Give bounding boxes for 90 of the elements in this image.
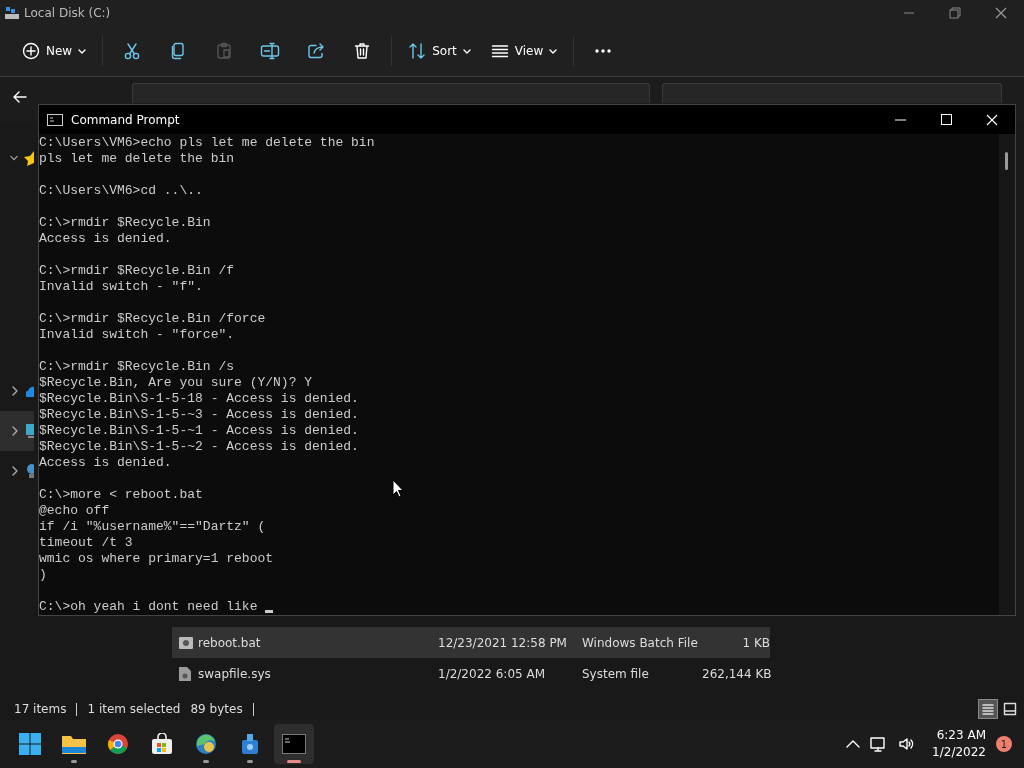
console-line: C:\>rmdir $Recycle.Bin /s — [39, 359, 235, 375]
selection-info: 1 item selected — [87, 702, 181, 716]
close-icon — [995, 7, 1007, 19]
file-name: reboot.bat — [198, 635, 262, 650]
console-line: $Recycle.Bin\S-1-5-18 - Access is denied. — [39, 391, 359, 407]
trash-icon — [353, 42, 372, 60]
text-cursor — [265, 610, 274, 613]
chevron-icon[interactable] — [10, 426, 20, 436]
sort-button[interactable]: Sort — [398, 34, 481, 68]
chevron-icon[interactable] — [10, 386, 20, 396]
selection-size: 89 bytes — [190, 702, 243, 716]
item-count: 17 items — [14, 702, 67, 716]
share-icon — [307, 42, 326, 60]
console-line: $Recycle.Bin\S-1-5-~3 - Access is denied. — [39, 407, 359, 423]
back-arrow-icon — [12, 89, 28, 105]
file-date: 12/23/2021 12:58 PM — [438, 635, 568, 650]
folder-icon — [61, 733, 87, 755]
file-row[interactable]: swapfile.sys 1/2/2022 6:05 AM System file 262,144 KB — [172, 658, 770, 689]
close-icon — [986, 113, 998, 126]
console-line: $Recycle.Bin\S-1-5-~2 - Access is denied. — [39, 439, 359, 455]
console-line: C:\Users\VM6>echo pls let me delete the bin — [39, 135, 375, 151]
caret-up-icon — [846, 740, 861, 748]
console-icon — [47, 112, 63, 127]
console-line: C:\>rmdir $Recycle.Bin /f — [39, 263, 235, 279]
console-line: C:\Users\VM6>cd ..\.. — [39, 183, 203, 199]
file-name: swapfile.sys — [198, 666, 272, 681]
scissors-icon — [123, 42, 142, 60]
nav-highlight[interactable] — [0, 411, 34, 451]
drive-icon — [4, 6, 20, 20]
console-line: Access is denied. — [39, 231, 172, 247]
dropdown-caret-icon — [78, 48, 87, 54]
tool-icon — [239, 732, 261, 756]
console-line: Invalid switch - "f". — [39, 279, 203, 295]
console-line: $Recycle.Bin\S-1-5-~1 - Access is denied. — [39, 423, 359, 439]
window-title: Command Prompt — [71, 112, 180, 127]
search-field[interactable] — [662, 83, 1002, 103]
star-icon — [24, 150, 34, 166]
console-icon — [282, 734, 306, 754]
show-hidden-icons-button[interactable] — [846, 740, 861, 748]
back-button[interactable] — [12, 89, 28, 105]
console-line: C:\>rmdir $Recycle.Bin — [39, 215, 211, 231]
new-button[interactable]: New — [12, 34, 97, 68]
restore-icon — [949, 7, 961, 19]
console-line: Invalid switch - "force". — [39, 327, 235, 343]
console-line: pls let me delete the bin — [39, 151, 235, 167]
dropdown-caret-icon — [549, 48, 558, 54]
console-line: C:\>oh yeah i dont need like — [39, 599, 258, 615]
window-title: Local Disk (C:) — [24, 6, 111, 20]
scrollbar[interactable] — [999, 134, 1015, 615]
volume-button[interactable] — [898, 736, 915, 752]
mouse-pointer-icon — [392, 479, 404, 498]
cloud-icon — [26, 385, 34, 397]
file-size: 262,144 KB — [702, 666, 770, 681]
console-line: C:\>rmdir $Recycle.Bin /force — [39, 311, 266, 327]
console-line: if /i "%username%"=="Dartz" ( — [39, 519, 266, 535]
clipboard-icon — [215, 42, 234, 60]
speaker-icon — [898, 736, 915, 752]
file-date: 1/2/2022 6:05 AM — [438, 666, 547, 681]
windows-logo-icon — [18, 732, 42, 756]
maximize-icon — [940, 114, 952, 125]
console-line: C:\>more < reboot.bat — [39, 487, 203, 503]
console-line: Access is denied. — [39, 455, 172, 471]
network-icon — [26, 463, 34, 479]
monitor-icon — [26, 423, 34, 439]
plus-circle-icon — [22, 42, 40, 60]
console-line: timeout /t 3 — [39, 535, 133, 551]
browser-icon — [107, 733, 129, 755]
details-view-icon — [981, 702, 995, 716]
console-line: @echo off — [39, 503, 110, 519]
taskbar-button[interactable] — [274, 724, 314, 764]
file-size: 1 KB — [741, 635, 770, 650]
view-button[interactable]: View — [480, 34, 568, 68]
file-type: Windows Batch File — [582, 635, 699, 650]
clock-button[interactable]: 6:23 AM 1/2/2022 — [932, 727, 986, 761]
tiles-view-icon — [1003, 702, 1017, 716]
chevron-icon[interactable] — [10, 466, 20, 476]
file-type: System file — [582, 666, 650, 681]
rename-icon — [260, 42, 281, 60]
more-icon — [594, 48, 613, 54]
lines-icon — [490, 42, 509, 60]
console-line: ) — [39, 567, 47, 583]
chevron-icon[interactable] — [10, 153, 18, 163]
file-row[interactable]: reboot.bat 12/23/2021 12:58 PM Windows Batch File 1 KB — [172, 627, 770, 658]
sort-arrows-icon — [408, 42, 427, 60]
notification-badge[interactable]: 1 — [996, 736, 1012, 752]
console-line: wmic os where primary=1 reboot — [39, 551, 274, 567]
view-toggle[interactable] — [978, 699, 998, 719]
dropdown-caret-icon — [462, 48, 471, 54]
shopping-bag-icon — [151, 733, 173, 755]
console-line: $Recycle.Bin, Are you sure (Y/N)? Y — [39, 375, 313, 391]
